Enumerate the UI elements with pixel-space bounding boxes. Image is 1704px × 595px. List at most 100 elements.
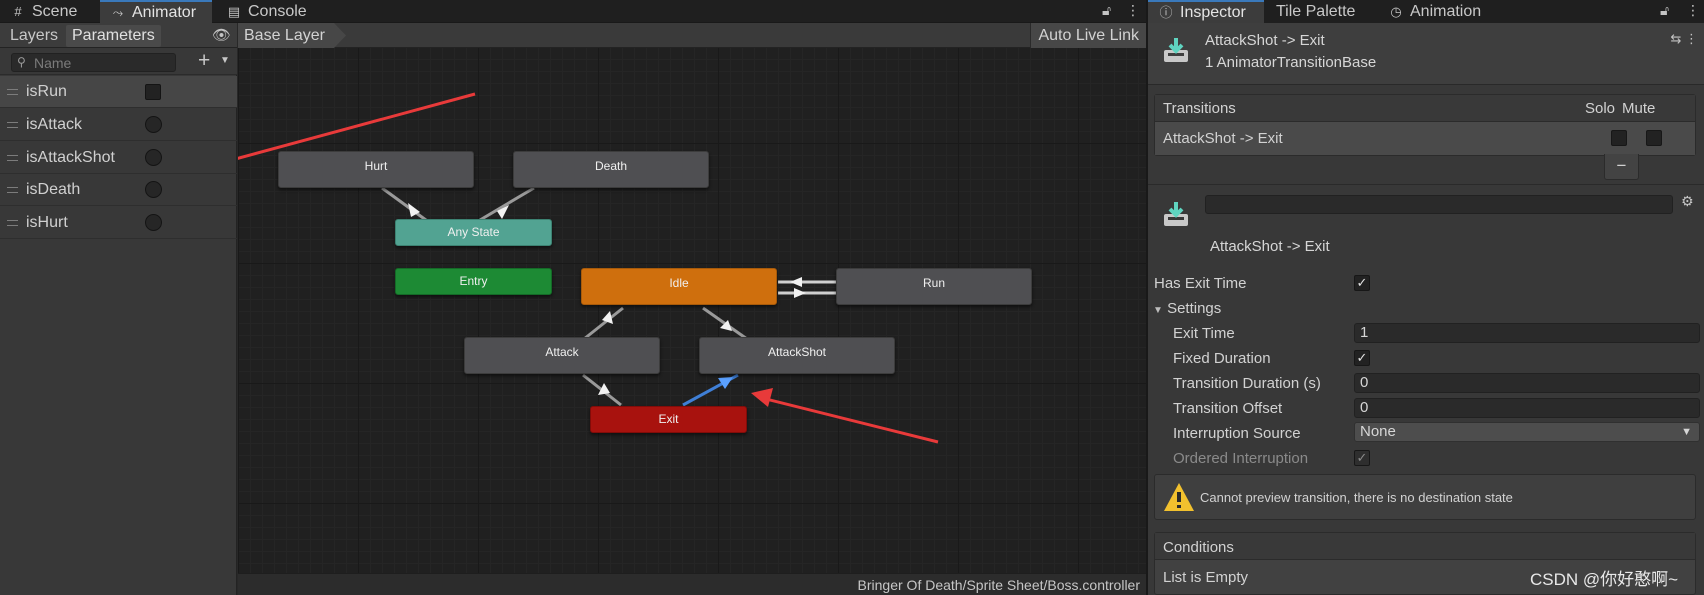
layers-parameters-tabs: Layers Parameters 👁︎ xyxy=(0,23,237,48)
lock-icon[interactable]: 🔓︎ xyxy=(1102,2,1111,19)
inspector-subtitle: 1 AnimatorTransitionBase xyxy=(1205,54,1377,71)
remove-transition-button[interactable]: − xyxy=(1604,154,1639,180)
left-tab-bar: # Scene ⤳ Animator ▤ Console 🔓︎ ⋮ xyxy=(0,0,1146,23)
annotation-arrow-transition xyxy=(757,395,939,444)
transition-icon xyxy=(1164,202,1188,226)
fixed-duration-checkbox[interactable]: ✓ xyxy=(1354,350,1370,366)
state-attack[interactable]: Attack xyxy=(464,337,660,374)
parameter-row-isrun[interactable]: isRun xyxy=(0,76,237,108)
grid-icon: # xyxy=(14,4,22,19)
trigger-toggle[interactable] xyxy=(145,84,161,100)
parameter-row-isattack[interactable]: isAttack xyxy=(0,109,237,141)
state-entry[interactable]: Entry xyxy=(395,268,552,295)
state-hurt[interactable]: Hurt xyxy=(278,151,474,188)
transition-icon xyxy=(1164,38,1188,62)
lock-icon[interactable]: 🔓︎ xyxy=(1660,2,1669,19)
fixed-duration-label: Fixed Duration xyxy=(1173,350,1271,367)
inspector-window: ⓘ Inspector Tile Palette ◷ Animation 🔓︎ ⋮ … xyxy=(1148,0,1704,595)
transition-row[interactable]: AttackShot -> Exit xyxy=(1155,122,1695,155)
parameter-search-input[interactable] xyxy=(34,54,172,71)
drag-handle-icon[interactable] xyxy=(7,89,18,95)
has-exit-time-checkbox[interactable]: ✓ xyxy=(1354,275,1370,291)
chevron-down-icon[interactable]: ▼ xyxy=(220,52,230,70)
exit-time-field[interactable]: 1 xyxy=(1354,323,1700,343)
state-death[interactable]: Death xyxy=(513,151,709,188)
transition-anystate-hurt[interactable] xyxy=(381,186,431,225)
settings-foldout[interactable]: ▼ Settings xyxy=(1153,300,1221,317)
parameter-row-isdeath[interactable]: isDeath xyxy=(0,174,237,206)
divider xyxy=(1148,184,1704,185)
animator-icon: ⤳ xyxy=(112,5,124,20)
watermark: CSDN @你好憨啊~ xyxy=(1530,570,1679,589)
annotation-arrowhead-icon xyxy=(751,388,773,407)
state-machine-graph[interactable]: Base Layer Auto Live Link Hurt Death Any… xyxy=(238,23,1146,595)
bool-toggle[interactable] xyxy=(145,149,162,166)
has-exit-time-label: Has Exit Time xyxy=(1154,275,1247,292)
controller-path: Bringer Of Death/Sprite Sheet/Boss.contr… xyxy=(857,577,1140,593)
parameter-name: isHurt xyxy=(26,214,68,231)
search-icon: ⚲ xyxy=(17,55,26,69)
conditions-header: Conditions xyxy=(1155,533,1695,560)
warning-box: Cannot preview transition, there is no d… xyxy=(1154,474,1696,520)
parameter-search[interactable]: ⚲ xyxy=(11,53,176,72)
state-exit[interactable]: Exit xyxy=(590,406,747,433)
parameter-row-isattackshot[interactable]: isAttackShot xyxy=(0,142,237,174)
transition-duration-field[interactable]: 0 xyxy=(1354,373,1700,393)
console-icon: ▤ xyxy=(227,4,241,19)
drag-handle-icon[interactable] xyxy=(7,187,18,193)
bool-toggle[interactable] xyxy=(145,214,162,231)
parameter-name: isAttack xyxy=(26,116,83,133)
parameter-row-ishurt[interactable]: isHurt xyxy=(0,207,237,239)
ordered-interruption-checkbox: ✓ xyxy=(1354,450,1370,466)
bool-toggle[interactable] xyxy=(145,116,162,133)
transition-duration-label: Transition Duration (s) xyxy=(1173,375,1321,392)
parameter-name: isRun xyxy=(26,83,67,100)
right-tab-bar: ⓘ Inspector Tile Palette ◷ Animation 🔓︎ ⋮ xyxy=(1148,0,1704,23)
state-run[interactable]: Run xyxy=(836,268,1032,305)
transition-anystate-death[interactable] xyxy=(474,186,535,225)
state-any-state[interactable]: Any State xyxy=(395,219,552,246)
drag-handle-icon[interactable] xyxy=(7,122,18,128)
transition-offset-field[interactable]: 0 xyxy=(1354,398,1700,418)
transition-attack-idle[interactable] xyxy=(583,306,624,341)
tab-console[interactable]: ▤ Console xyxy=(216,0,326,23)
warning-text: Cannot preview transition, there is no d… xyxy=(1200,490,1513,505)
state-attackshot[interactable]: AttackShot xyxy=(699,337,895,374)
interruption-source-label: Interruption Source xyxy=(1173,425,1301,442)
warning-icon xyxy=(1164,483,1194,511)
interruption-source-dropdown[interactable]: None ▼ xyxy=(1354,422,1700,442)
header-menu-icon[interactable]: ⇆ ⋮ xyxy=(1670,31,1698,47)
tab-tile-palette[interactable]: Tile Palette xyxy=(1266,0,1376,23)
conditions-empty-text: List is Empty xyxy=(1163,569,1249,586)
eye-icon[interactable]: 👁︎ xyxy=(212,26,231,44)
tab-animation[interactable]: ◷ Animation xyxy=(1378,0,1498,23)
clock-icon: ◷ xyxy=(1390,4,1402,19)
tab-inspector[interactable]: ⓘ Inspector xyxy=(1148,0,1264,23)
more-menu-icon[interactable]: ⋮ xyxy=(1126,2,1140,19)
tab-parameters[interactable]: Parameters xyxy=(66,25,161,47)
more-menu-icon[interactable]: ⋮ xyxy=(1686,2,1700,19)
state-idle-default[interactable]: Idle xyxy=(581,268,777,305)
ordered-interruption-label: Ordered Interruption xyxy=(1173,450,1309,467)
info-icon: ⓘ xyxy=(1159,5,1173,20)
inspector-header: AttackShot -> Exit 1 AnimatorTransitionB… xyxy=(1148,23,1704,85)
bool-toggle[interactable] xyxy=(145,181,162,198)
tab-scene[interactable]: # Scene xyxy=(0,0,98,23)
parameter-name: isDeath xyxy=(26,181,81,198)
parameters-panel: Layers Parameters 👁︎ ⚲ + ▼ isRun isAttac… xyxy=(0,23,237,595)
drag-handle-icon[interactable] xyxy=(7,220,18,226)
transition-name-field[interactable] xyxy=(1205,195,1673,214)
tab-animator[interactable]: ⤳ Animator xyxy=(100,0,212,23)
chevron-down-icon: ▼ xyxy=(1681,426,1692,438)
parameter-search-row: ⚲ + ▼ xyxy=(0,48,237,75)
gear-icon[interactable]: ⚙ xyxy=(1681,193,1694,210)
drag-handle-icon[interactable] xyxy=(7,155,18,161)
add-parameter-button[interactable]: + xyxy=(198,50,210,72)
mute-checkbox[interactable] xyxy=(1646,130,1662,146)
inspector-title: AttackShot -> Exit xyxy=(1205,32,1325,49)
solo-checkbox[interactable] xyxy=(1611,130,1627,146)
exit-time-label: Exit Time xyxy=(1173,325,1235,342)
graph-status-bar: Bringer Of Death/Sprite Sheet/Boss.contr… xyxy=(238,573,1146,595)
transition-offset-label: Transition Offset xyxy=(1173,400,1283,417)
tab-layers[interactable]: Layers xyxy=(4,25,64,47)
